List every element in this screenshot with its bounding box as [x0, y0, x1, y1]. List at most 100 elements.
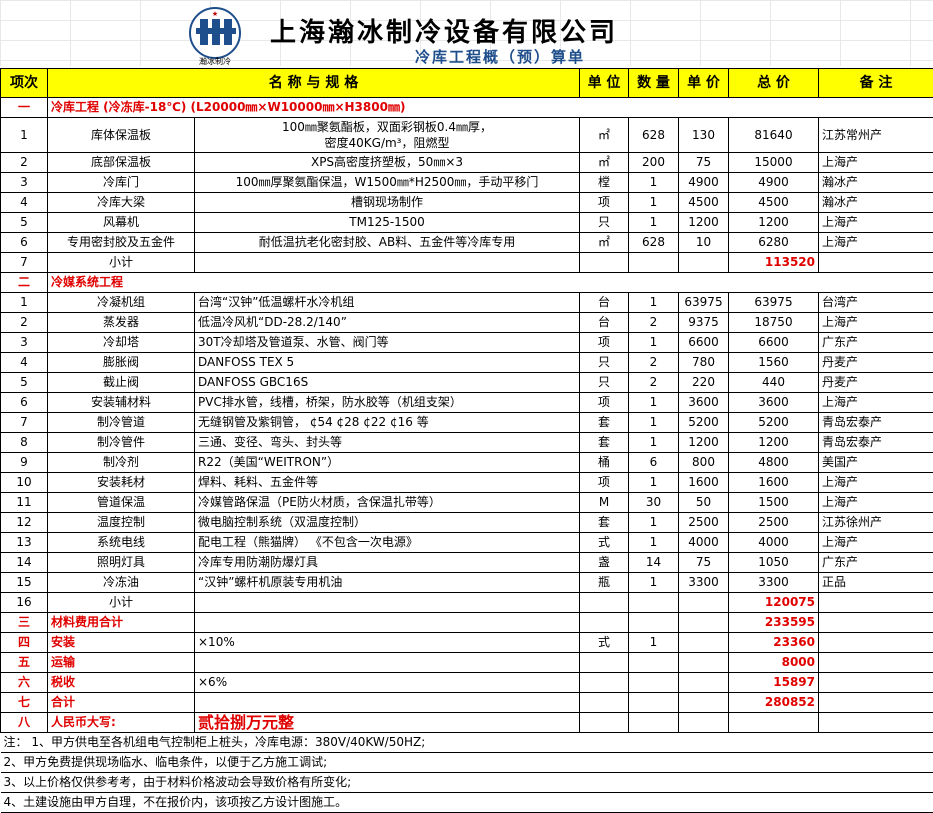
- item-name: 冷冻油: [48, 573, 195, 593]
- item-note: 美国产: [819, 453, 933, 473]
- item-price: 50: [679, 493, 729, 513]
- col-header-note: 备 注: [819, 69, 933, 98]
- item-name: 冷库大梁: [48, 193, 195, 213]
- cell: [819, 693, 933, 713]
- section-number: 二: [1, 273, 48, 293]
- item-price: 3300: [679, 573, 729, 593]
- item-unit: ㎡: [580, 233, 629, 253]
- item-spec: DANFOSS GBC16S: [195, 373, 580, 393]
- item-total: 1560: [729, 353, 819, 373]
- item-qty: 30: [629, 493, 679, 513]
- cell: [629, 593, 679, 613]
- item-unit: 项: [580, 393, 629, 413]
- summary-number: 六: [1, 673, 48, 693]
- item-note: 上海产: [819, 313, 933, 333]
- item-name: 专用密封胶及五金件: [48, 233, 195, 253]
- item-row: 5风幕机TM125-1500只112001200上海产: [1, 213, 933, 233]
- item-spec: 三通、变径、弯头、封头等: [195, 433, 580, 453]
- item-total: 4500: [729, 193, 819, 213]
- summary-extra: [195, 653, 580, 673]
- item-note: 上海产: [819, 533, 933, 553]
- section-title: 冷媒系统工程: [48, 273, 933, 293]
- item-qty: 1: [629, 473, 679, 493]
- logo-text: 瀚冰制冷: [199, 56, 231, 66]
- cell: [580, 713, 629, 733]
- item-unit: 项: [580, 193, 629, 213]
- item-index: 3: [1, 333, 48, 353]
- item-unit: ㎡: [580, 118, 629, 153]
- cell: [819, 613, 933, 633]
- subtotal-label: 小计: [48, 593, 195, 613]
- item-name: 制冷剂: [48, 453, 195, 473]
- cell: [679, 673, 729, 693]
- summary-unit: 式: [580, 633, 629, 653]
- capital-label: 人民币大写:: [48, 713, 195, 733]
- item-index: 5: [1, 373, 48, 393]
- item-spec: DANFOSS TEX 5: [195, 353, 580, 373]
- item-total: 3600: [729, 393, 819, 413]
- item-spec: R22（美国“WEITRON”）: [195, 453, 580, 473]
- item-spec: 低温冷风机“DD-28.2/140”: [195, 313, 580, 333]
- item-note: 上海产: [819, 393, 933, 413]
- item-total: 2500: [729, 513, 819, 533]
- item-unit: 套: [580, 413, 629, 433]
- item-unit: 只: [580, 373, 629, 393]
- item-note: 上海产: [819, 473, 933, 493]
- cell: [819, 593, 933, 613]
- item-price: 4900: [679, 173, 729, 193]
- cell: [679, 633, 729, 653]
- item-price: 130: [679, 118, 729, 153]
- subtotal-index: 7: [1, 253, 48, 273]
- cell: [819, 653, 933, 673]
- company-logo: ★ 瀚冰制冷: [185, 6, 245, 66]
- item-index: 5: [1, 213, 48, 233]
- item-spec: 台湾“汉钟”低温螺杆水冷机组: [195, 293, 580, 313]
- cell: [679, 613, 729, 633]
- item-name: 风幕机: [48, 213, 195, 233]
- capital-value: 贰拾捌万元整: [195, 713, 580, 733]
- item-row: 8制冷管件三通、变径、弯头、封头等套112001200青岛宏泰产: [1, 433, 933, 453]
- item-qty: 200: [629, 153, 679, 173]
- item-unit: 台: [580, 293, 629, 313]
- item-index: 10: [1, 473, 48, 493]
- summary-label: 材料费用合计: [48, 613, 195, 633]
- item-name: 蒸发器: [48, 313, 195, 333]
- cell: [819, 253, 933, 273]
- item-name: 制冷管道: [48, 413, 195, 433]
- item-index: 1: [1, 293, 48, 313]
- item-name: 冷凝机组: [48, 293, 195, 313]
- item-qty: 2: [629, 373, 679, 393]
- item-index: 6: [1, 393, 48, 413]
- item-row: 1冷凝机组台湾“汉钟”低温螺杆水冷机组台16397563975台湾产: [1, 293, 933, 313]
- cell: [629, 253, 679, 273]
- item-unit: 樘: [580, 173, 629, 193]
- item-row: 13系统电线配电工程（熊猫牌） 《不包含一次电源》式140004000上海产: [1, 533, 933, 553]
- item-note: 丹麦产: [819, 353, 933, 373]
- item-price: 4000: [679, 533, 729, 553]
- item-spec: 槽钢现场制作: [195, 193, 580, 213]
- item-price: 2500: [679, 513, 729, 533]
- item-name: 冷库门: [48, 173, 195, 193]
- item-spec: PVC排水管，线槽，桥架，防水胶等（机组支架）: [195, 393, 580, 413]
- cell: [679, 653, 729, 673]
- item-index: 2: [1, 313, 48, 333]
- item-qty: 1: [629, 213, 679, 233]
- col-header-total: 总 价: [729, 69, 819, 98]
- item-spec: XPS高密度挤塑板，50㎜×3: [195, 153, 580, 173]
- item-total: 6600: [729, 333, 819, 353]
- cell: [679, 593, 729, 613]
- capital-number: 八: [1, 713, 48, 733]
- item-price: 4500: [679, 193, 729, 213]
- item-price: 3600: [679, 393, 729, 413]
- subtotal-value: 120075: [729, 593, 819, 613]
- item-spec: 耐低温抗老化密封胶、AB料、五金件等冷库专用: [195, 233, 580, 253]
- section-number: 一: [1, 98, 48, 118]
- item-note: 青岛宏泰产: [819, 433, 933, 453]
- note-row: 2、甲方免费提供现场临水、临电条件，以便于乙方施工调试;: [1, 753, 933, 773]
- item-unit: 项: [580, 333, 629, 353]
- summary-label: 税收: [48, 673, 195, 693]
- item-price: 1600: [679, 473, 729, 493]
- item-index: 9: [1, 453, 48, 473]
- item-unit: 盏: [580, 553, 629, 573]
- cell: [195, 253, 580, 273]
